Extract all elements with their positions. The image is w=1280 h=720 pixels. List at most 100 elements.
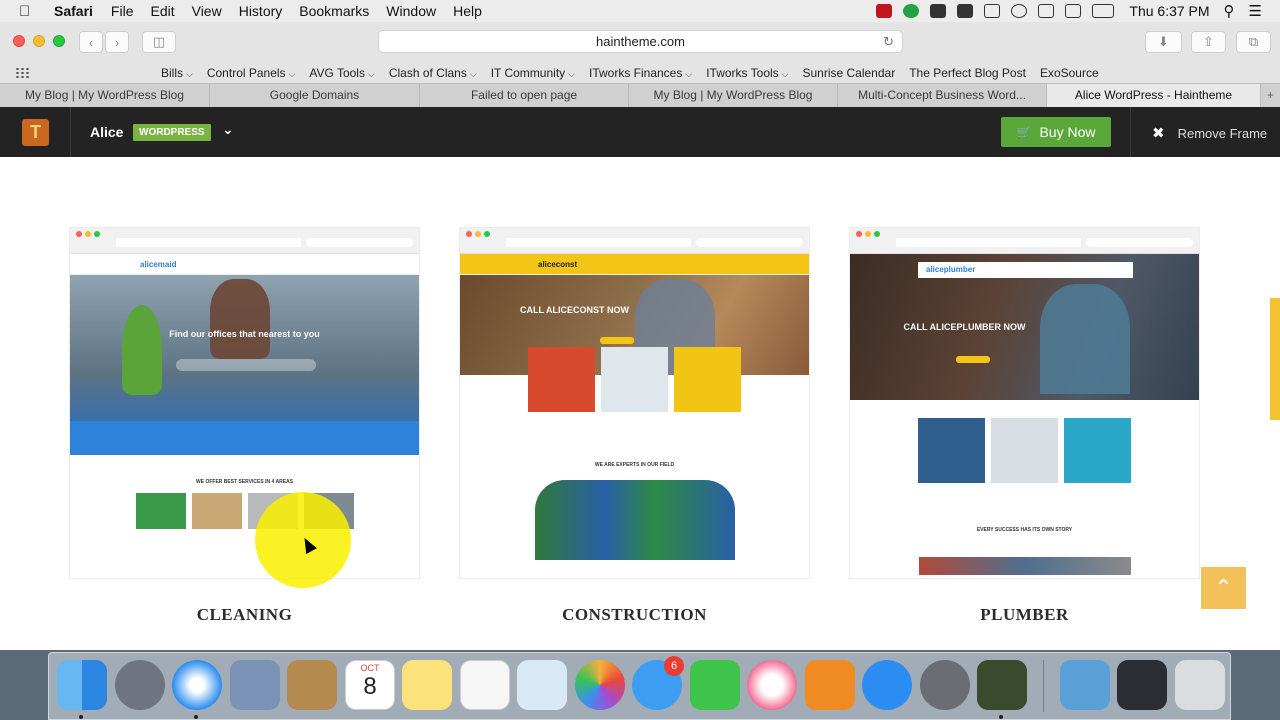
browser-tab[interactable]: Google Domains <box>210 84 420 107</box>
calendar-day: 8 <box>363 673 377 700</box>
menu-clock[interactable]: Thu 6:37 PM <box>1129 3 1209 19</box>
trash-icon[interactable] <box>1175 660 1225 710</box>
browser-tab[interactable]: Failed to open page <box>420 84 629 107</box>
demo-card-cleaning[interactable]: alicemaid Find our offices that nearest … <box>69 227 420 579</box>
calendar-month: OCT <box>360 663 380 673</box>
bookmark-folder[interactable]: ITworks Tools ⌵ <box>706 66 788 80</box>
bookmark-link[interactable]: ExoSource <box>1040 66 1099 80</box>
safari-icon[interactable] <box>172 660 222 710</box>
tab-overview-button[interactable]: ⧉ <box>1236 31 1271 53</box>
ibooks-icon[interactable] <box>805 660 855 710</box>
demo-card-plumber[interactable]: aliceplumber CALL ALICEPLUMBER NOW EVERY… <box>849 227 1200 579</box>
top-sites-icon[interactable] <box>15 66 30 79</box>
running-indicator <box>79 715 83 719</box>
contacts-icon[interactable] <box>287 660 337 710</box>
facetime-icon[interactable] <box>690 660 740 710</box>
bookmark-folder[interactable]: Control Panels ⌵ <box>207 66 296 80</box>
bookmark-folder[interactable]: ITworks Finances ⌵ <box>589 66 692 80</box>
reminders-icon[interactable] <box>460 660 510 710</box>
launchpad-icon[interactable] <box>115 660 165 710</box>
notes-icon[interactable] <box>402 660 452 710</box>
buy-now-label: Buy Now <box>1039 124 1096 140</box>
photos-icon[interactable] <box>575 660 625 710</box>
finder-icon[interactable] <box>57 660 107 710</box>
browser-tab[interactable]: Multi-Concept Business Word... <box>838 84 1047 107</box>
itunes-icon[interactable] <box>747 660 797 710</box>
menu-window[interactable]: Window <box>386 3 436 19</box>
new-tab-icon[interactable]: + <box>1261 84 1280 107</box>
menu-file[interactable]: File <box>111 3 134 19</box>
demo-label[interactable]: CLEANING <box>69 605 420 625</box>
wifi-icon[interactable] <box>1038 4 1055 18</box>
demo-hero-title: CALL ALICECONST NOW <box>520 305 629 315</box>
share-button[interactable]: ⇧ <box>1191 31 1226 53</box>
menu-bookmarks[interactable]: Bookmarks <box>299 3 369 19</box>
dropbox-icon[interactable] <box>930 4 947 18</box>
time-machine-icon[interactable] <box>1011 4 1028 18</box>
address-bar[interactable]: haintheme.com ↻ <box>378 30 903 53</box>
menu-help[interactable]: Help <box>453 3 482 19</box>
bookmark-folder[interactable]: Bills ⌵ <box>161 66 193 80</box>
menu-history[interactable]: History <box>239 3 283 19</box>
back-button[interactable]: ‹ <box>79 31 103 53</box>
side-panel-tab[interactable] <box>1270 298 1280 420</box>
browser-tab-active[interactable]: Alice WordPress - Haintheme <box>1047 84 1261 107</box>
calendar-icon[interactable]: OCT 8 <box>345 660 395 710</box>
app-store-icon[interactable] <box>862 660 912 710</box>
demo-card-construction[interactable]: aliceconst CALL ALICECONST NOW WE ARE EX… <box>459 227 810 579</box>
demo-section-title: WE OFFER BEST SERVICES IN 4 AREAS <box>196 479 293 485</box>
demo-hero-title: CALL ALICEPLUMBER NOW <box>903 322 1026 332</box>
dock-separator <box>1043 660 1044 712</box>
bookmark-folder[interactable]: IT Community ⌵ <box>491 66 575 80</box>
demo-thumbnails <box>850 418 1199 483</box>
bookmark-folder[interactable]: Clash of Clans ⌵ <box>389 66 477 80</box>
close-window-button[interactable] <box>13 35 25 47</box>
input-source-icon[interactable] <box>1065 4 1082 18</box>
airplay-icon[interactable] <box>984 4 1001 18</box>
scroll-to-top-button[interactable]: ⌃ <box>1201 567 1246 609</box>
menu-app-name[interactable]: Safari <box>54 3 93 19</box>
recent-document-icon[interactable] <box>1117 660 1167 710</box>
mini-browser-chrome <box>70 228 419 254</box>
camtasia-icon[interactable] <box>977 660 1027 710</box>
recorder-icon[interactable] <box>876 4 893 18</box>
camera-icon[interactable] <box>957 4 974 18</box>
buy-now-button[interactable]: 🛒 Buy Now <box>1001 117 1111 147</box>
downloads-folder-icon[interactable] <box>1060 660 1110 710</box>
downloads-button[interactable]: ⬇ <box>1145 31 1182 53</box>
chevron-down-icon[interactable]: ⌄ <box>222 121 234 138</box>
mail-icon[interactable] <box>230 660 280 710</box>
preview-icon[interactable] <box>517 660 567 710</box>
haintheme-logo[interactable]: T <box>22 119 49 146</box>
messages-badge: 6 <box>664 656 684 676</box>
demo-label[interactable]: CONSTRUCTION <box>459 605 810 625</box>
minimize-window-button[interactable] <box>33 35 45 47</box>
demo-thumbnails <box>70 493 419 529</box>
bookmark-link[interactable]: Sunrise Calendar <box>802 66 895 80</box>
notification-center-icon[interactable]: ☰ <box>1249 2 1262 20</box>
workers-image <box>460 480 809 560</box>
spotlight-icon[interactable]: ⚲ <box>1224 2 1235 20</box>
reload-icon[interactable]: ↻ <box>883 31 894 52</box>
bookmark-link[interactable]: The Perfect Blog Post <box>909 66 1026 80</box>
forward-button[interactable]: › <box>105 31 129 53</box>
quickbooks-icon[interactable] <box>903 4 920 18</box>
demo-label[interactable]: PLUMBER <box>849 605 1200 625</box>
sidebar-toggle-button[interactable]: ◫ <box>142 31 176 53</box>
bookmark-folder[interactable]: AVG Tools ⌵ <box>309 66 374 80</box>
browser-tab[interactable]: My Blog | My WordPress Blog <box>0 84 210 107</box>
demo-logo: aliceplumber <box>926 265 976 274</box>
battery-icon[interactable] <box>1092 4 1115 18</box>
demo-hero-image: Find our offices that nearest to you <box>70 275 419 455</box>
menu-view[interactable]: View <box>192 3 222 19</box>
remove-frame-button[interactable]: ✖ Remove Frame <box>1152 124 1267 142</box>
mini-browser-chrome <box>460 228 809 254</box>
browser-tab[interactable]: My Blog | My WordPress Blog <box>629 84 838 107</box>
menu-edit[interactable]: Edit <box>150 3 174 19</box>
zoom-window-button[interactable] <box>53 35 65 47</box>
system-preferences-icon[interactable] <box>920 660 970 710</box>
demo-gallery-strip <box>850 557 1199 575</box>
theme-frame-bar: T Alice WORDPRESS ⌄ 🛒 Buy Now ✖ Remove F… <box>0 107 1280 157</box>
divider <box>1130 107 1131 157</box>
apple-menu-icon[interactable]:  <box>19 3 37 20</box>
